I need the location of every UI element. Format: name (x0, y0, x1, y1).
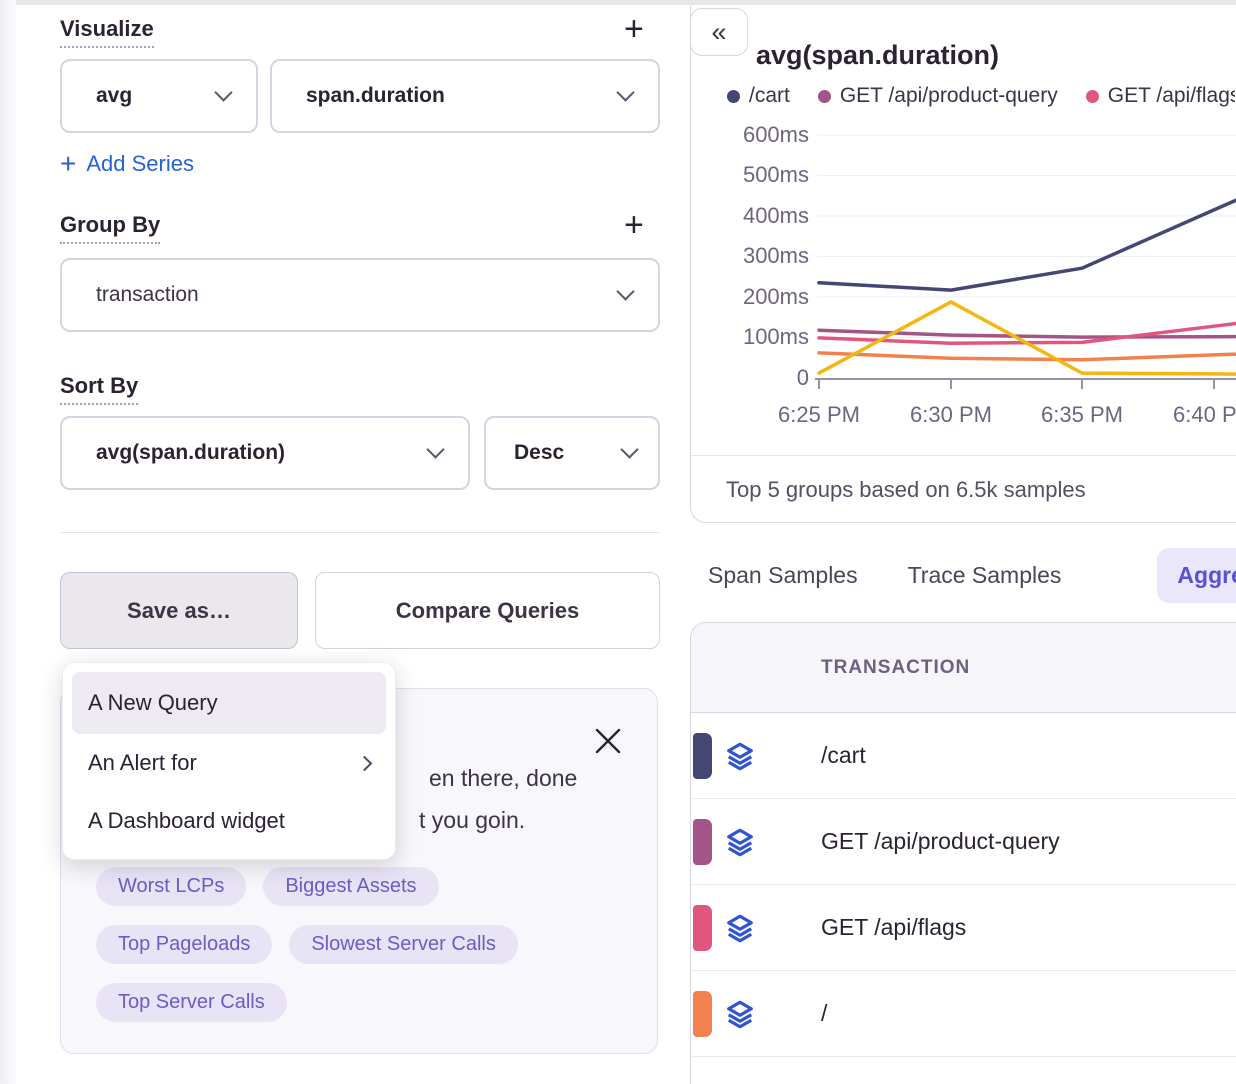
samples-summary: Top 5 groups based on 6.5k samples (726, 477, 1086, 502)
sort-direction-select[interactable]: Desc (484, 416, 660, 490)
menu-item-label: A Dashboard widget (88, 808, 285, 834)
chevron-down-icon (620, 440, 638, 458)
spans-stack-icon (725, 741, 755, 771)
visualize-heading: Visualize (60, 16, 154, 48)
transaction-name[interactable]: / (821, 1000, 827, 1027)
tab-span-samples[interactable]: Span Samples (708, 562, 858, 589)
suggested-query-pill[interactable]: Worst LCPs (96, 867, 246, 906)
sort-field-value: avg(span.duration) (96, 441, 285, 465)
table-row[interactable]: /cart (691, 713, 1236, 799)
table-row[interactable]: GET /api/product-query (691, 799, 1236, 885)
sort-field-select[interactable]: avg(span.duration) (60, 416, 470, 490)
aggregate-select[interactable]: avg (60, 59, 258, 133)
sort-direction-value: Desc (514, 441, 564, 465)
group-by-select[interactable]: transaction (60, 258, 660, 332)
series-color-chip (693, 991, 712, 1037)
compare-queries-button[interactable]: Compare Queries (315, 572, 660, 649)
spans-stack-icon (725, 913, 755, 943)
plus-icon: + (60, 150, 76, 178)
sort-by-heading: Sort By (60, 373, 138, 405)
chevron-down-icon (214, 83, 232, 101)
transaction-name[interactable]: GET /api/flags (821, 914, 966, 941)
tab-trace-samples[interactable]: Trace Samples (908, 562, 1062, 589)
chevron-down-icon (426, 440, 444, 458)
page-left-edge (0, 0, 16, 1084)
add-visualize-icon[interactable]: + (624, 12, 644, 46)
section-divider (60, 532, 660, 533)
add-series-button[interactable]: + Add Series (60, 150, 194, 178)
menu-item-label: A New Query (88, 690, 218, 716)
field-select[interactable]: span.duration (270, 59, 660, 133)
transaction-name[interactable]: GET /api/product-query (821, 828, 1060, 855)
close-icon[interactable] (594, 727, 622, 755)
aggregates-table: TRANSACTION /cart GET /api/product-query… (690, 622, 1236, 1084)
samples-tabs: Span Samples Trace Samples Aggregates (690, 545, 1236, 605)
chart-panel: avg(span.duration) /cart GET /api/produc… (690, 6, 1236, 523)
menu-item-new-query[interactable]: A New Query (72, 672, 386, 734)
transaction-name[interactable]: /cart (821, 742, 866, 769)
chart-footer-note: Top 5 groups based on 6.5k samples (691, 455, 1236, 523)
line-chart[interactable] (691, 6, 1236, 455)
aggregate-value: avg (96, 84, 132, 108)
suggested-query-pill[interactable]: Top Server Calls (96, 983, 287, 1022)
save-as-button[interactable]: Save as… (60, 572, 298, 649)
menu-item-dashboard-widget[interactable]: A Dashboard widget (72, 792, 386, 850)
group-by-value: transaction (96, 283, 199, 307)
x-axis-tick: 6:25 PM (759, 402, 879, 428)
series-color-chip (693, 733, 712, 779)
spans-stack-icon (725, 827, 755, 857)
tab-aggregates[interactable]: Aggregates (1157, 548, 1236, 603)
table-row[interactable]: / (691, 971, 1236, 1057)
banner-text-line1: en there, done (429, 765, 577, 792)
table-header-row: TRANSACTION (691, 623, 1236, 713)
page-top-edge (0, 0, 1236, 5)
compare-queries-label: Compare Queries (396, 598, 579, 624)
spans-stack-icon (725, 999, 755, 1029)
add-group-by-icon[interactable]: + (624, 208, 644, 242)
menu-item-label: An Alert for (88, 750, 197, 776)
table-row[interactable]: GET /api/flags (691, 885, 1236, 971)
series-color-chip (693, 819, 712, 865)
suggested-query-pill[interactable]: Biggest Assets (263, 867, 438, 906)
x-axis-tick: 6:30 PM (891, 402, 1011, 428)
chevron-down-icon (616, 83, 634, 101)
x-axis-tick: 6:35 PM (1022, 402, 1142, 428)
chevron-right-icon (357, 755, 373, 771)
column-header-transaction[interactable]: TRANSACTION (821, 657, 970, 679)
table-row-partial (691, 1057, 1236, 1084)
x-axis-tick: 6:40 PM (1154, 402, 1236, 428)
group-by-heading: Group By (60, 212, 160, 244)
add-series-label: Add Series (86, 151, 194, 177)
field-value: span.duration (306, 84, 445, 108)
collapse-panel-button[interactable]: « (690, 8, 748, 56)
chevron-down-icon (616, 282, 634, 300)
chevrons-left-icon: « (711, 17, 726, 48)
menu-item-alert[interactable]: An Alert for (72, 734, 386, 792)
save-as-label: Save as… (127, 598, 231, 624)
banner-text-line2: t you goin. (419, 807, 525, 834)
suggested-query-pill[interactable]: Slowest Server Calls (289, 925, 518, 964)
suggested-query-pill[interactable]: Top Pageloads (96, 925, 272, 964)
save-as-menu: A New Query An Alert for A Dashboard wid… (62, 662, 396, 860)
series-color-chip (693, 905, 712, 951)
